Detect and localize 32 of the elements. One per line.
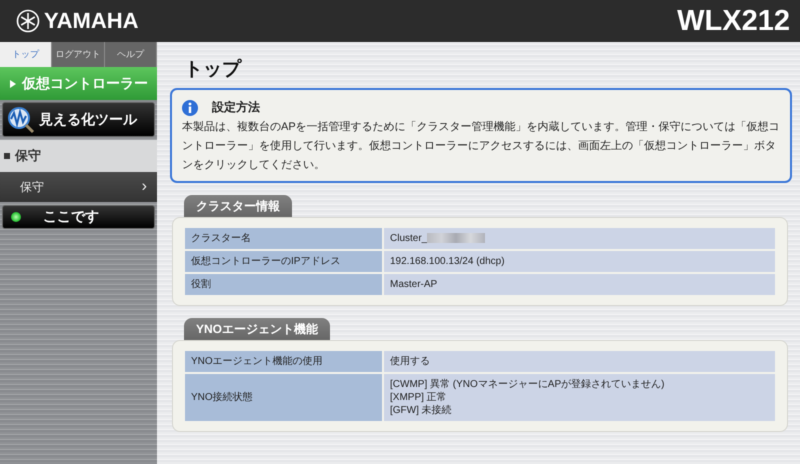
square-bullet-icon [4, 153, 10, 159]
section-tab-title: クラスター情報 [184, 195, 292, 217]
section-tab-title: YNOエージェント機能 [184, 318, 330, 340]
here-button[interactable]: ここです [2, 205, 155, 229]
info-icon [182, 100, 198, 116]
nav-tab[interactable]: トップ [0, 42, 52, 67]
label-cell: YNO接続状態 [185, 374, 382, 421]
notice-text: 本製品は、複数台のAPを一括管理するために「クラスター管理機能」を内蔵しています。管理・保守については「仮想コントローラー」を使用して行います。仮想コントローラーにアクセスするには、画面左上の「仮想コントローラー」ボタンをクリックしてください。 [182, 120, 780, 173]
notice-title: 設定方法 [212, 99, 260, 116]
value-cell: Cluster_ [384, 228, 775, 249]
blurred-text [427, 233, 486, 244]
value-cell: 使用する [384, 351, 775, 372]
menu-item[interactable]: 保守 › [0, 172, 157, 202]
label-cell: 仮想コントローラーのIPアドレス [185, 251, 382, 272]
label-cell: YNOエージェント機能の使用 [185, 351, 382, 372]
visualization-tool-button[interactable]: 見える化ツール [2, 102, 155, 137]
virtual-controller-button[interactable]: 仮想コントローラー [0, 67, 157, 100]
chevron-icon: › [142, 178, 147, 196]
page-title: トップ [184, 58, 243, 82]
model-name: WLX212 [677, 4, 790, 38]
value-cell: 192.168.100.13/24 (dhcp) [384, 251, 775, 272]
value-cell: Master-AP [384, 274, 775, 295]
triangle-icon [10, 80, 16, 88]
logo-text: YAMAHA [44, 8, 139, 34]
nav-tab[interactable]: ログアウト [52, 42, 105, 67]
section-heading: 保守 [15, 147, 41, 165]
magnifier-wave-icon [6, 104, 36, 134]
label-cell: 役割 [185, 274, 382, 295]
nav-tab[interactable]: ヘルプ [104, 42, 157, 67]
value-cell: [CWMP] 異常 (YNOマネージャーにAPが登録されていません) [XMPP] 正常 [GFW] 未接続 [384, 374, 775, 421]
status-light-icon [11, 212, 21, 222]
label-cell: クラスター名 [185, 228, 382, 249]
